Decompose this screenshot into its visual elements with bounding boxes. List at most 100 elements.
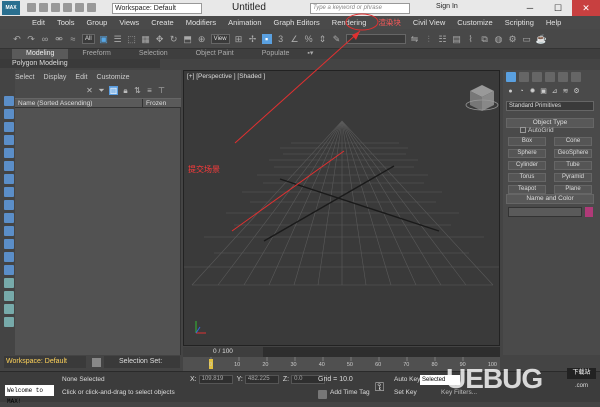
name-and-color-rollout[interactable]: Name and Color (506, 194, 594, 204)
app-logo[interactable]: MAX (2, 1, 20, 15)
cone-button[interactable]: Cone (554, 137, 592, 146)
align-icon[interactable]: ⫶ (424, 34, 434, 44)
time-slider[interactable]: 0 / 100 (183, 347, 500, 357)
mirror-icon[interactable]: ⇋ (410, 34, 420, 44)
helpers-icon[interactable]: ⊿ (550, 87, 559, 96)
select-icon[interactable] (4, 96, 14, 106)
create-tab-icon[interactable] (506, 72, 516, 82)
redo-icon[interactable] (75, 3, 84, 12)
key-icon[interactable]: ⚿ (375, 380, 384, 395)
display-tab-icon[interactable] (558, 72, 568, 82)
hidden-filter-icon[interactable] (4, 278, 14, 288)
cylinder-button[interactable]: Cylinder (508, 161, 546, 170)
polygon-modeling-panel[interactable]: Polygon Modeling (0, 59, 160, 68)
shapes-filter-icon[interactable] (4, 148, 14, 158)
tab-selection[interactable]: Selection (125, 49, 182, 59)
funnel-icon[interactable]: ⏷ (97, 86, 106, 95)
render-production-icon[interactable]: ☕ (536, 34, 547, 44)
torus-button[interactable]: Torus (508, 173, 546, 182)
move-icon[interactable]: ✥ (155, 34, 165, 44)
menu-rendering[interactable]: Rendering (332, 18, 367, 27)
utilities-tab-icon[interactable] (571, 72, 581, 82)
menu-render-block[interactable]: 渲染块 (378, 17, 401, 28)
minimize-button[interactable]: ─ (516, 0, 544, 16)
schematic-view-icon[interactable]: ⧉ (480, 34, 490, 44)
xrefs-filter-icon[interactable] (4, 226, 14, 236)
menu-help[interactable]: Help (546, 18, 561, 27)
render-setup-icon[interactable]: ⚙ (508, 34, 518, 44)
containers-filter-icon[interactable] (4, 252, 14, 262)
primitive-type-dropdown[interactable]: Standard Primitives (506, 101, 594, 111)
layers-icon[interactable]: ≡ (145, 86, 154, 95)
tube-button[interactable]: Tube (554, 161, 592, 170)
menu-customize[interactable]: Customize (457, 18, 492, 27)
set-key-button[interactable]: Set Key (394, 389, 417, 396)
search-input[interactable]: Type a keyword or phrase (310, 3, 410, 14)
time-tag-icon[interactable] (318, 390, 327, 399)
pyramid-button[interactable]: Pyramid (554, 173, 592, 182)
placement-icon[interactable]: ⊕ (197, 34, 207, 44)
object-name-input[interactable] (508, 207, 582, 217)
column-name[interactable]: Name (Sorted Ascending) (15, 98, 143, 108)
scale-icon[interactable]: ⬒ (183, 34, 193, 44)
workspace-status[interactable]: Workspace: Default (4, 356, 86, 368)
select-object-icon[interactable]: ▣ (99, 34, 109, 44)
column-frozen[interactable]: Frozen (143, 99, 166, 108)
sign-in-link[interactable]: Sign In (436, 3, 458, 10)
tab-populate[interactable]: Populate (248, 49, 304, 59)
lock-icon[interactable]: 🔒︎ (121, 86, 130, 95)
named-selection-dropdown[interactable] (345, 33, 406, 44)
sphere-button[interactable]: Sphere (508, 149, 546, 158)
x-coordinate-input[interactable]: 109.819 (198, 375, 233, 384)
snaps-toggle-icon[interactable]: 3 (276, 34, 286, 44)
object-color-swatch[interactable] (585, 207, 593, 217)
redo-icon[interactable]: ↷ (26, 34, 36, 44)
tab-freeform[interactable]: Freeform (68, 49, 124, 59)
y-coordinate-input[interactable]: 482.225 (244, 375, 279, 384)
keyboard-shortcut-icon[interactable]: ▪ (261, 33, 272, 44)
window-crossing-icon[interactable]: ▦ (141, 34, 151, 44)
menu-scripting[interactable]: Scripting (505, 18, 534, 27)
menu-views[interactable]: Views (119, 18, 139, 27)
cameras-filter-icon[interactable] (4, 174, 14, 184)
angle-snap-icon[interactable]: ∠ (290, 34, 300, 44)
explorer-menu-customize[interactable]: Customize (96, 74, 129, 81)
menu-civil-view[interactable]: Civil View (413, 18, 445, 27)
box-button[interactable]: Box (508, 137, 546, 146)
teapot-button[interactable]: Teapot (508, 185, 546, 194)
auto-key-button[interactable]: Auto Key (394, 376, 420, 383)
geometry-filter-icon[interactable] (4, 135, 14, 145)
display-all-icon[interactable] (4, 122, 14, 132)
explorer-menu-select[interactable]: Select (15, 74, 34, 81)
project-folder-icon[interactable] (87, 3, 96, 12)
rotate-icon[interactable]: ↻ (169, 34, 179, 44)
close-button[interactable]: ✕ (572, 0, 600, 16)
stack-icon[interactable] (4, 317, 14, 327)
lights-filter-icon[interactable] (4, 161, 14, 171)
modify-tab-icon[interactable] (519, 72, 529, 82)
open-file-icon[interactable] (39, 3, 48, 12)
ribbon-options-icon[interactable]: ▪▾ (303, 49, 317, 59)
space-warps-filter-icon[interactable] (4, 200, 14, 210)
pin-icon[interactable]: ⊤ (157, 86, 166, 95)
groups-filter-icon[interactable] (4, 213, 14, 223)
space-warps-icon[interactable]: ≋ (561, 87, 570, 96)
menu-graph-editors[interactable]: Graph Editors (274, 18, 320, 27)
pivot-center-icon[interactable]: ⊞ (234, 34, 244, 44)
display-none-icon[interactable] (4, 109, 14, 119)
geometry-icon[interactable]: ● (506, 87, 515, 96)
percent-snap-icon[interactable]: % (304, 34, 314, 44)
systems-icon[interactable]: ⚙ (572, 87, 581, 96)
sync-icon[interactable]: ⇅ (133, 86, 142, 95)
unlink-icon[interactable]: ⚮ (54, 34, 64, 44)
rendered-frame-window-icon[interactable]: ▭ (522, 34, 532, 44)
bind-space-warp-icon[interactable]: ≈ (68, 34, 78, 44)
autogrid-checkbox[interactable]: AutoGrid (520, 127, 554, 134)
select-by-name-icon[interactable]: ☰ (113, 34, 123, 44)
tab-object-paint[interactable]: Object Paint (182, 49, 248, 59)
layer-manager-icon[interactable]: ☷ (438, 34, 448, 44)
shapes-icon[interactable]: ◔ (517, 87, 526, 96)
explorer-list[interactable] (15, 108, 181, 355)
spinner-snap-icon[interactable]: ⇕ (318, 34, 328, 44)
funnel-filter-icon[interactable] (4, 291, 14, 301)
